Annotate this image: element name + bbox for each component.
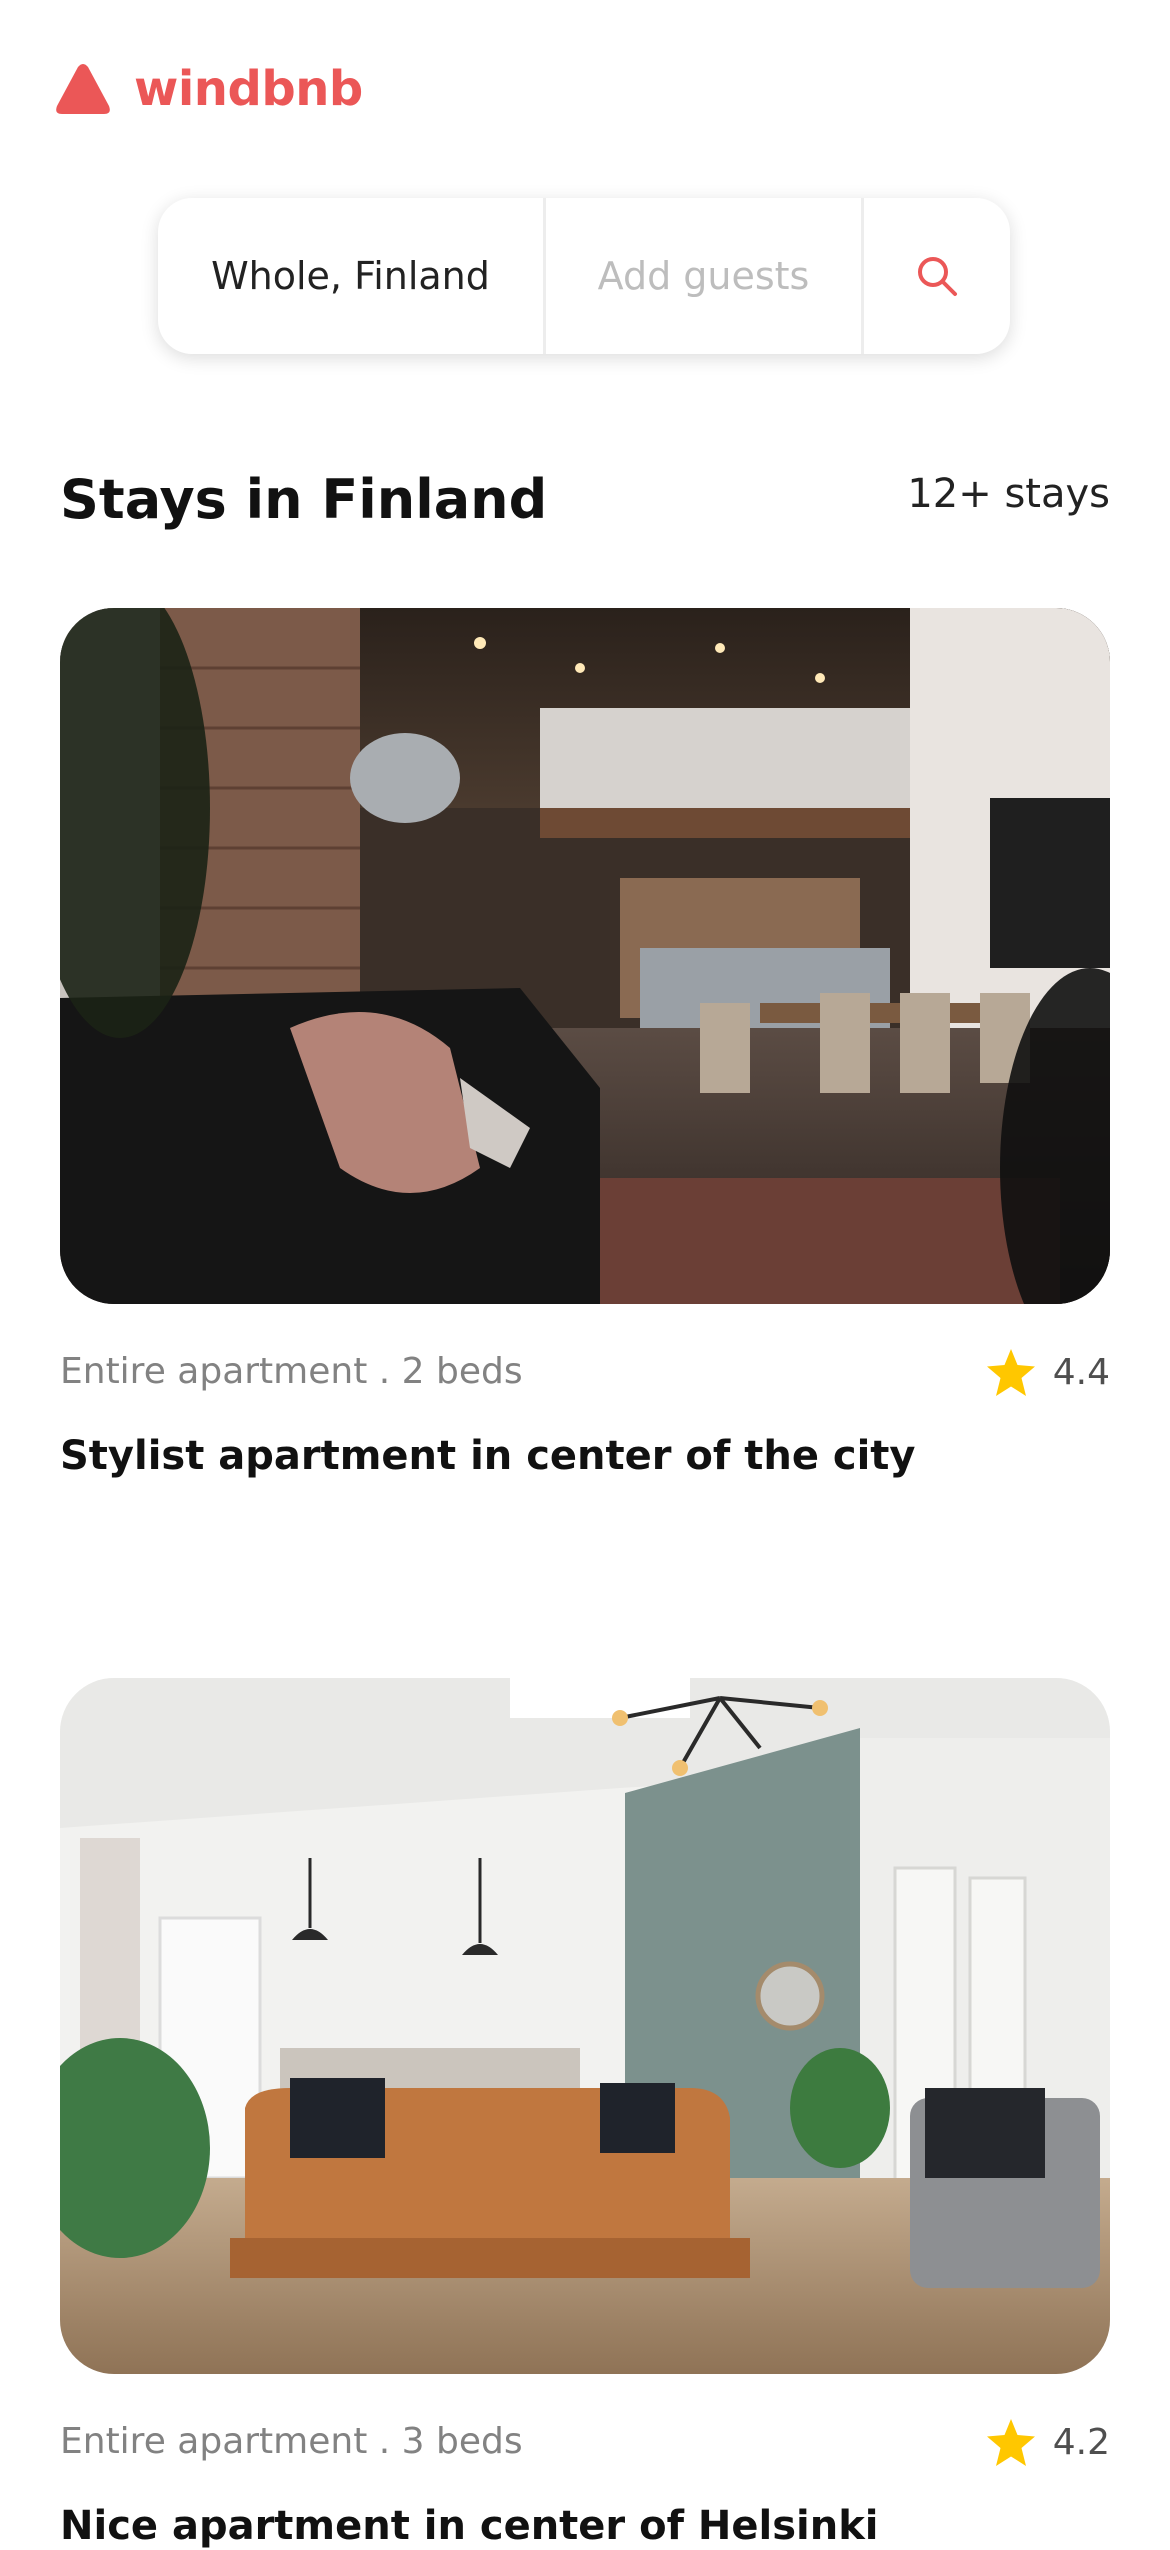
triangle-logo-icon: [56, 64, 110, 114]
location-field[interactable]: Whole, Finland: [158, 198, 546, 354]
stay-card[interactable]: Entire apartment . 3 beds 4.2 Nice apart…: [60, 1678, 1110, 2550]
rating-value: 4.2: [1052, 2422, 1110, 2463]
search-bar[interactable]: Whole, Finland Add guests: [158, 198, 1010, 354]
stay-meta: Entire apartment . 2 beds 4.4: [60, 1348, 1110, 1396]
guests-field[interactable]: Add guests: [546, 198, 864, 354]
star-icon: [986, 2419, 1035, 2466]
search-icon: [918, 257, 957, 296]
brand-name: windbnb: [134, 61, 363, 117]
stay-photo[interactable]: [60, 608, 1110, 1304]
search-button[interactable]: [864, 198, 1010, 354]
page-title: Stays in Finland: [60, 468, 548, 531]
rating: 4.4: [985, 1348, 1110, 1398]
rating-value: 4.4: [1052, 1352, 1110, 1393]
loft-apartment-photo: [60, 608, 1110, 1304]
stay-meta: Entire apartment . 3 beds 4.2: [60, 2418, 1110, 2466]
stay-photo[interactable]: [60, 1678, 1110, 2374]
stay-title[interactable]: Nice apartment in center of Helsinki: [60, 2502, 1110, 2550]
stay-card[interactable]: Entire apartment . 2 beds 4.4 Stylist ap…: [60, 608, 1110, 1480]
brand-logo[interactable]: windbnb: [54, 62, 363, 116]
stay-count: 12+ stays: [907, 471, 1110, 517]
star-icon: [986, 1349, 1035, 1396]
stay-type: Entire apartment . 2 beds: [60, 1351, 523, 1392]
living-room-photo: [60, 1678, 1110, 2374]
stay-type: Entire apartment . 3 beds: [60, 2421, 523, 2462]
rating: 4.2: [985, 2418, 1110, 2468]
stay-title[interactable]: Stylist apartment in center of the city: [60, 1432, 1110, 1480]
